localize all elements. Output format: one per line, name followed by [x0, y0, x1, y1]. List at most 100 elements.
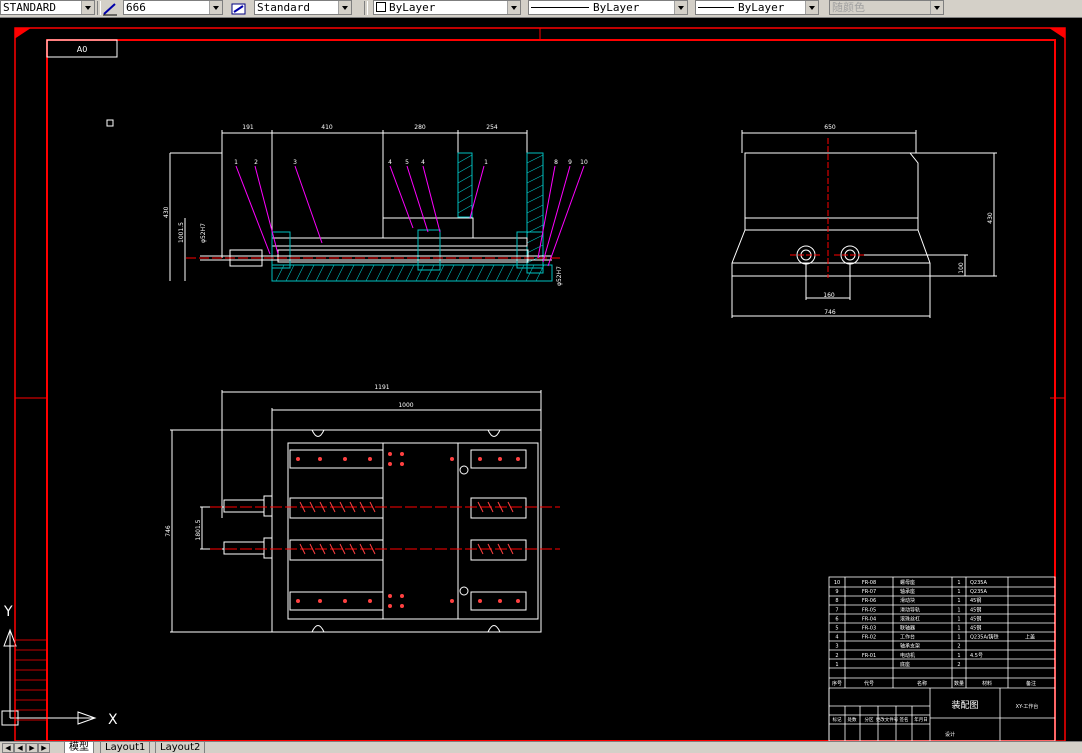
table-style-select[interactable]: Standard — [254, 0, 352, 15]
ucs-icon — [1, 628, 97, 726]
parts-list-cell: 轴承支架 — [900, 643, 920, 650]
plan-view — [170, 390, 542, 633]
parts-list-cell: Q235A/铸铁 — [970, 634, 999, 641]
header-cell: 材料 — [982, 680, 992, 687]
lineweight-preview-icon — [698, 7, 734, 8]
part-leaders — [235, 165, 585, 267]
parts-list-cell: Q235A — [970, 580, 987, 586]
parts-list-cell: 8 — [835, 598, 838, 604]
text-style-select[interactable]: STANDARD — [0, 0, 95, 15]
plot-style-select[interactable]: 随颜色 — [829, 0, 944, 15]
parts-list-cell: 轴承座 — [900, 588, 915, 595]
sign-cell: 年月日 — [914, 716, 928, 723]
balloon-number: 9 — [568, 159, 572, 166]
linetype-preview-icon — [531, 7, 589, 8]
parts-list-cell: 电动机 — [900, 652, 915, 659]
parts-list-cell: 9 — [835, 589, 838, 595]
dim-text: 746 — [824, 309, 836, 316]
parts-list-cell: FR-08 — [862, 580, 876, 586]
parts-list-cell: Q235A — [970, 589, 987, 595]
parts-list-cell: 45钢 — [970, 625, 981, 632]
dimension-style-icon[interactable] — [102, 1, 118, 16]
parts-list-cell: 1 — [835, 662, 838, 668]
sign-cell: 处数 — [848, 716, 857, 723]
text-style-value: STANDARD — [3, 1, 56, 14]
dim-text: 1191 — [374, 384, 389, 391]
parts-list-cell: 2 — [957, 662, 960, 668]
table-style-value: Standard — [257, 1, 310, 14]
header-cell: 代号 — [864, 680, 874, 687]
parts-list-cell: 7 — [835, 607, 838, 613]
header-cell: 名称 — [917, 680, 927, 687]
parts-list-cell: 2 — [835, 653, 838, 659]
header-cell: 序号 — [832, 680, 842, 687]
balloon-number: 1 — [234, 159, 238, 166]
parts-list-cell: 螺母座 — [900, 579, 915, 586]
model-space-canvas[interactable]: A0 191 410 280 254 1 2 3 4 5 4 1 8 9 10 … — [0, 18, 1082, 741]
dim-text: 430 — [163, 206, 170, 218]
parts-list-cell: 1 — [957, 653, 960, 659]
dim-text: φ52H7 — [556, 266, 563, 286]
chevron-down-icon — [338, 1, 351, 14]
parts-list-cell: FR-03 — [862, 626, 876, 632]
parts-list-cell: 工作台 — [900, 634, 915, 641]
color-value: ByLayer — [389, 1, 436, 14]
parts-list-cell: 5 — [835, 626, 838, 632]
dim-text: 650 — [824, 124, 836, 131]
balloon-number: 1 — [484, 159, 488, 166]
front-view-balloons: 1 2 3 4 5 4 1 8 9 10 — [234, 159, 588, 166]
table-style-icon[interactable] — [231, 1, 247, 15]
balloon-number: 3 — [293, 159, 297, 166]
tab-layout1[interactable]: Layout1 — [100, 742, 151, 753]
dim-text: 191 — [242, 124, 254, 131]
layout-tab-bar: ◀ ◀ ▶ ▶ 模型 Layout1 Layout2 — [0, 741, 1082, 753]
lineweight-select[interactable]: ByLayer — [695, 0, 819, 15]
linetype-value: ByLayer — [593, 1, 640, 14]
parts-list-cell: 10 — [834, 580, 840, 586]
parts-list-cell: 1 — [957, 635, 960, 641]
tab-model[interactable]: 模型 — [64, 742, 94, 753]
dimension-style-select[interactable]: 666 — [123, 0, 223, 15]
balloon-number: 4 — [388, 159, 392, 166]
front-view-dimensions: 191 410 280 254 — [242, 124, 498, 131]
dim-text: 280 — [414, 124, 426, 131]
revision-row: 标记 处数 分区 更改文件号 签名 年月日 — [833, 716, 928, 723]
ucs-y-label: Y — [3, 604, 13, 620]
header-cell: 数量 — [954, 680, 964, 687]
parts-list-cell: 4.5号 — [970, 653, 983, 659]
ucs-labels: Y X — [3, 604, 118, 728]
sign-cell: 标记 — [833, 716, 842, 723]
drawing-title: 装配图 — [951, 699, 978, 711]
parts-list-cell: 联轴器 — [900, 625, 915, 632]
parts-list-cell: 上盖 — [1025, 634, 1035, 641]
parts-list-header: 序号 代号 名称 数量 材料 备注 — [832, 680, 1036, 687]
dim-text: 160 — [823, 292, 835, 299]
color-select[interactable]: ByLayer — [373, 0, 521, 15]
linetype-select[interactable]: ByLayer — [528, 0, 688, 15]
dim-text: φ52H7 — [200, 223, 207, 243]
balloon-number: 8 — [554, 159, 558, 166]
chevron-down-icon — [805, 1, 818, 14]
dim-text: 410 — [321, 124, 333, 131]
parts-list-cell: 1 — [957, 626, 960, 632]
tab-layout2[interactable]: Layout2 — [155, 742, 206, 753]
dimension-style-value: 666 — [126, 1, 146, 14]
sign-cell: 分区 — [865, 716, 874, 723]
designer-label: 设计 — [945, 731, 955, 738]
ucs-x-label: X — [108, 712, 118, 728]
parts-list-cell: FR-07 — [862, 589, 876, 595]
chevron-down-icon — [209, 1, 222, 14]
toolbar-separator — [97, 1, 101, 15]
parts-list-cell: FR-02 — [862, 635, 876, 641]
sheet-label: A0 — [77, 45, 88, 54]
ucs-mini-table — [14, 639, 48, 721]
parts-list-cell: FR-05 — [862, 607, 876, 613]
dim-text: 1000 — [398, 402, 413, 409]
sign-cell: 更改文件号 — [876, 716, 899, 723]
color-swatch-icon — [376, 2, 386, 12]
parts-list-cell: 1 — [957, 589, 960, 595]
chevron-down-icon — [81, 1, 94, 14]
side-view — [731, 130, 997, 318]
dim-text: 1001.5 — [178, 222, 185, 243]
parts-list: 10 FR-08 螺母座 1 Q235A 9 FR-07 轴承座 1 Q235A 8 FR-06 滑动块… — [834, 579, 1035, 668]
